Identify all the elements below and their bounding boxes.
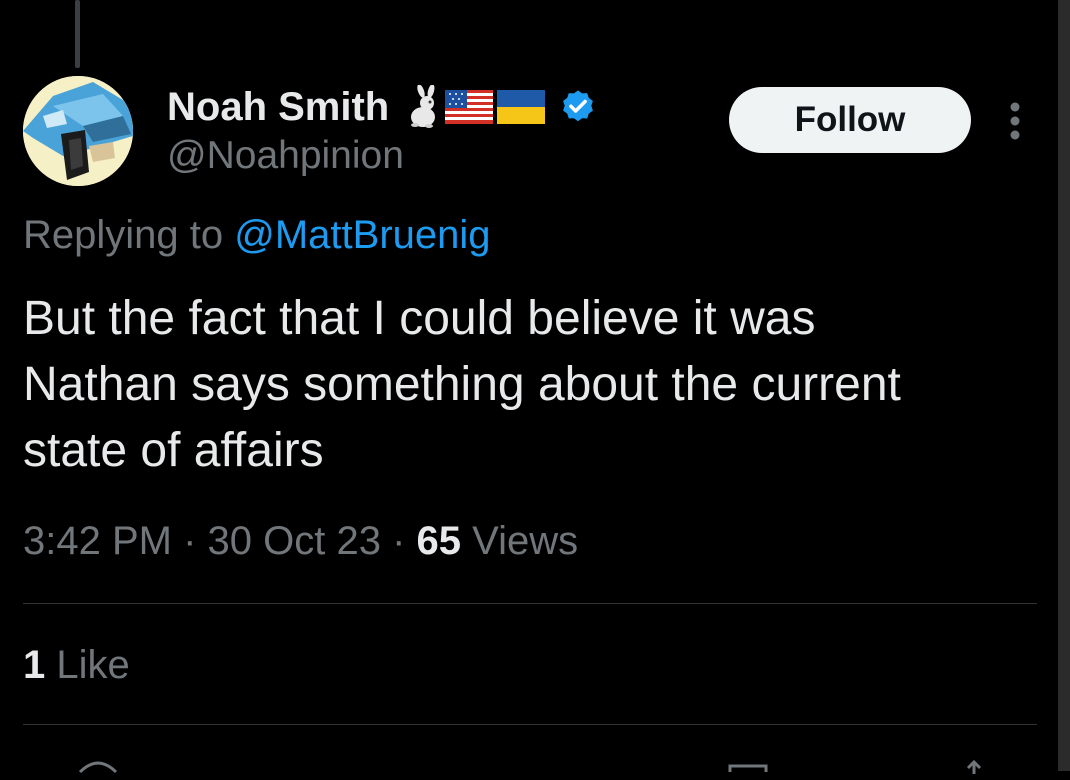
tweet-time[interactable]: 3:42 PM [23,519,172,563]
author-name-row: Noah Smith [167,82,597,132]
reply-icon[interactable] [178,0,238,8]
meta-separator: · [171,519,208,563]
follow-button[interactable]: Follow [729,87,971,153]
ukraine-flag-emoji [497,90,546,124]
likes-count: 1 [23,643,46,687]
divider [23,603,1037,604]
divider [23,724,1037,725]
meta-separator: · [380,519,417,563]
likes-summary[interactable]: 1 Like [23,643,130,688]
share-icon[interactable] [975,0,1005,8]
share-icon[interactable] [962,759,986,780]
replying-to-mention-link[interactable]: @MattBruenig [234,213,490,257]
previous-tweet-action-bar [0,0,1058,12]
tweet-metadata: 3:42 PM · 30 Oct 23 · 65 Views [23,519,578,564]
views-label: Views [461,519,579,563]
retweet-icon[interactable] [365,0,415,8]
verified-badge-icon[interactable] [559,88,597,126]
like-icon[interactable] [570,0,640,8]
more-options-icon [1010,102,1020,140]
replying-to-prefix: Replying to [23,213,235,257]
author-handle[interactable]: @Noahpinion [167,134,597,178]
reply-icon[interactable] [78,760,118,780]
tweet-date[interactable]: 30 Oct 23 [208,519,381,563]
more-options-button[interactable] [1000,96,1030,146]
author-info: Noah Smith @Noahpinion [167,82,597,178]
scrollbar-track[interactable] [1058,0,1070,771]
replying-to-line: Replying to @MattBruenig [23,213,491,258]
name-emoji-group [405,85,597,129]
rabbit-emoji [411,85,436,128]
thread-connector-line [75,0,80,68]
likes-label: Like [45,643,130,687]
author-display-name[interactable]: Noah Smith [167,85,389,130]
views-count: 65 [416,519,462,563]
tweet-text: But the fact that I could believe it was… [23,292,901,477]
bookmark-icon[interactable] [728,760,768,780]
us-flag-emoji [445,90,494,124]
author-avatar[interactable] [23,76,133,186]
views-icon[interactable] [764,0,879,8]
